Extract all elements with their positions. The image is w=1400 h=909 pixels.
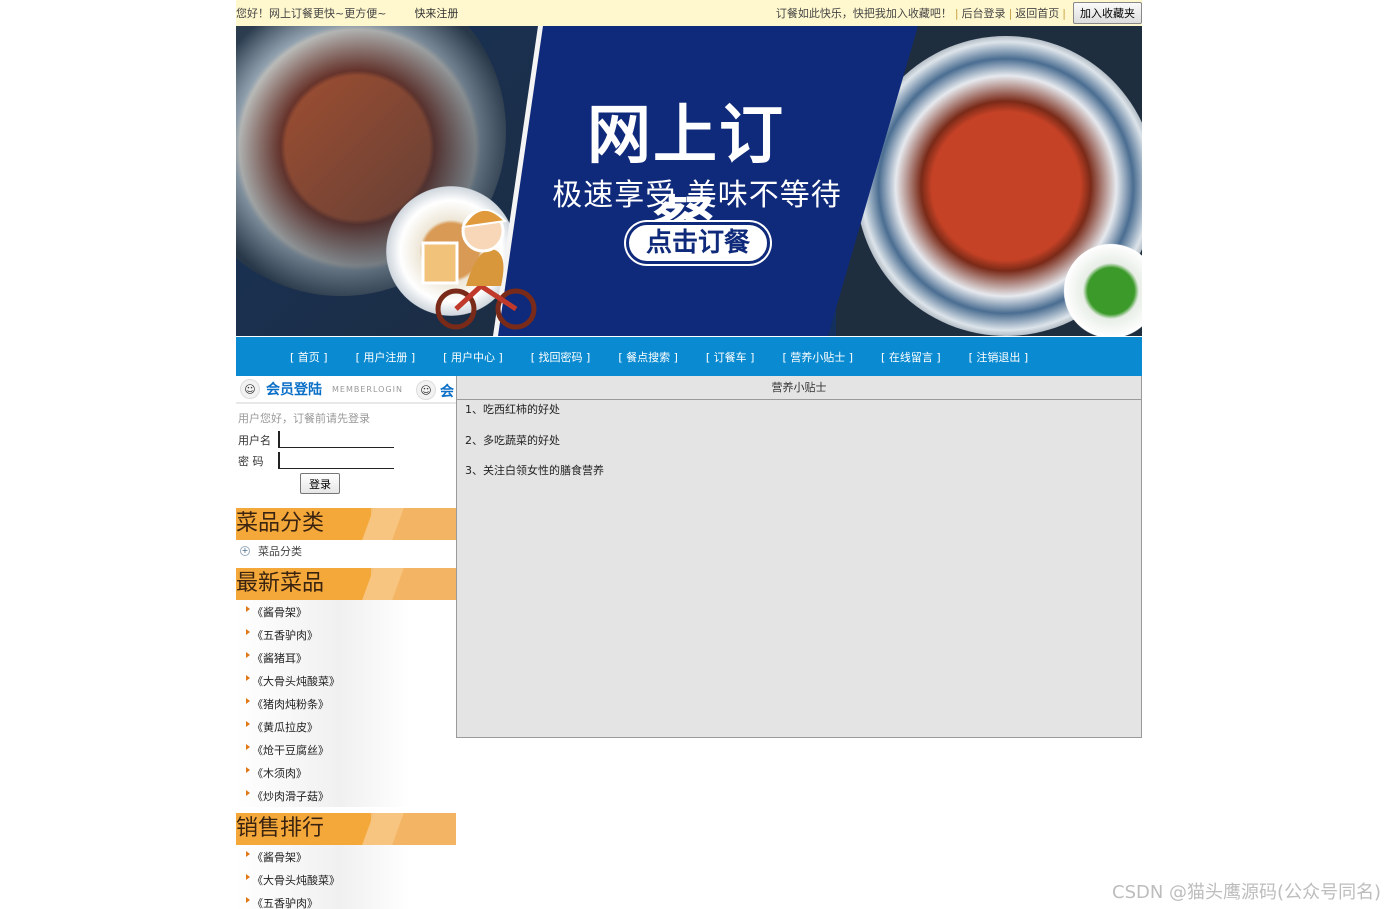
username-label: 用户名 [238,433,271,447]
login-form: 用户您好，订餐前请先登录 用户名 密 码 登录 [236,404,456,494]
sales-ranking-list: 《酱骨架》 《大骨头炖酸菜》 《五香驴肉》 [236,845,456,909]
dish-link[interactable]: 《黄瓜拉皮》 [236,715,410,738]
order-now-button[interactable]: 点击订餐 [626,222,770,264]
back-home-link[interactable]: 返回首页 [1015,5,1059,21]
login-button[interactable]: 登录 [300,473,340,494]
bullet-icon [246,720,250,727]
dish-link[interactable]: 《五香驴肉》 [236,891,410,909]
latest-dishes-title: 最新菜品 [236,571,325,596]
bullet-icon [246,697,250,704]
bullet-icon [246,766,250,773]
divider: | [954,6,959,20]
password-label: 密 码 [238,454,264,468]
add-favorite-button[interactable]: 加入收藏夹 [1073,2,1142,24]
panel-title: 营养小贴士 [457,376,1141,400]
tip-link[interactable]: 1、吃西红柿的好处 [465,402,1133,433]
dish-link[interactable]: 《酱骨架》 [236,845,410,868]
nav-register[interactable]: [ 用户注册 ] [356,349,416,365]
nav-order-cart[interactable]: [ 订餐车 ] [706,349,755,365]
tips-list: 1、吃西红柿的好处 2、多吃蔬菜的好处 3、关注白领女性的膳食营养 [457,400,1141,496]
categories-title: 菜品分类 [236,511,325,536]
category-item[interactable]: + 菜品分类 [236,540,456,562]
sidebar: ☺ 会员登陆 MEMBERLOGIN ☺ 会 用户您好，订餐前请先登录 用户名 … [236,376,456,909]
main-nav: [ 首页 ] [ 用户注册 ] [ 用户中心 ] [ 找回密码 ] [ 餐点搜索… [236,336,1142,376]
nav-nutrition-tips[interactable]: [ 营养小贴士 ] [782,349,853,365]
nav-message-board[interactable]: [ 在线留言 ] [881,349,941,365]
dish-link[interactable]: 《炝干豆腐丝》 [236,738,410,761]
password-input[interactable] [278,452,394,469]
bullet-icon [246,896,250,903]
divider: | [1008,6,1013,20]
bullet-icon [246,873,250,880]
bullet-icon [246,674,250,681]
nav-recover-password[interactable]: [ 找回密码 ] [531,349,591,365]
dish-link[interactable]: 《木须肉》 [236,761,410,784]
bullet-icon [246,789,250,796]
member-login-header: ☺ 会员登陆 MEMBERLOGIN ☺ 会 [236,376,456,404]
bullet-icon [246,743,250,750]
nav-home[interactable]: [ 首页 ] [290,349,328,365]
divider: | [1062,6,1066,20]
categories-header: 菜品分类 [236,508,456,540]
bullet-icon [246,850,250,857]
admin-login-link[interactable]: 后台登录 [962,5,1006,21]
banner[interactable]: 网上订餐 极速享受 美味不等待 点击订餐 [236,26,1142,336]
dish-link[interactable]: 《炒肉滑子菇》 [236,784,410,807]
dish-link[interactable]: 《大骨头炖酸菜》 [236,669,410,692]
register-link[interactable]: 快来注册 [414,5,458,21]
member-badge-icon: ☺ [416,380,436,400]
tip-link[interactable]: 3、关注白领女性的膳食营养 [465,463,1133,494]
member-login-title: 会员登陆 [266,382,322,398]
delivery-rider-icon [421,209,537,330]
bullet-icon [246,651,250,658]
greeting-text: 您好！网上订餐更快~更方便~ [236,7,387,20]
expand-icon: + [240,546,250,556]
page: 您好！网上订餐更快~更方便~ 快来注册 订餐如此快乐，快把我加入收藏吧！ | 后… [236,0,1142,909]
login-hint: 用户您好，订餐前请先登录 [238,412,370,425]
member-badge-icon: ☺ [240,379,260,399]
nav-meal-search[interactable]: [ 餐点搜索 ] [618,349,678,365]
nav-logout[interactable]: [ 注销退出 ] [969,349,1029,365]
dish-link[interactable]: 《酱猪耳》 [236,646,410,669]
latest-dishes-list: 《酱骨架》 《五香驴肉》 《酱猪耳》 《大骨头炖酸菜》 《猪肉炖粉条》 《黄瓜拉… [236,600,456,807]
dish-link[interactable]: 《五香驴肉》 [236,623,410,646]
banner-subtitle: 极速享受 美味不等待 [552,178,842,213]
tip-link[interactable]: 2、多吃蔬菜的好处 [465,433,1133,464]
member-login-subtitle: MEMBERLOGIN [332,384,403,394]
member-login-title-repeat: 会 [440,384,454,400]
dish-link[interactable]: 《猪肉炖粉条》 [236,692,410,715]
dish-link[interactable]: 《酱骨架》 [236,600,410,623]
dish-link[interactable]: 《大骨头炖酸菜》 [236,868,410,891]
sales-ranking-title: 销售排行 [236,816,325,841]
watermark: CSDN @猫头鹰源码(公众号同名) [1112,882,1382,903]
sales-ranking-header: 销售排行 [236,813,456,845]
nav-user-center[interactable]: [ 用户中心 ] [443,349,503,365]
slogan-text: 订餐如此快乐，快把我加入收藏吧！ [775,7,952,20]
bullet-icon [246,628,250,635]
nutrition-tips-panel: 营养小贴士 1、吃西红柿的好处 2、多吃蔬菜的好处 3、关注白领女性的膳食营养 [456,376,1142,738]
top-bar: 您好！网上订餐更快~更方便~ 快来注册 订餐如此快乐，快把我加入收藏吧！ | 后… [236,0,1142,26]
latest-dishes-header: 最新菜品 [236,568,456,600]
username-input[interactable] [278,431,394,448]
bullet-icon [246,605,250,612]
